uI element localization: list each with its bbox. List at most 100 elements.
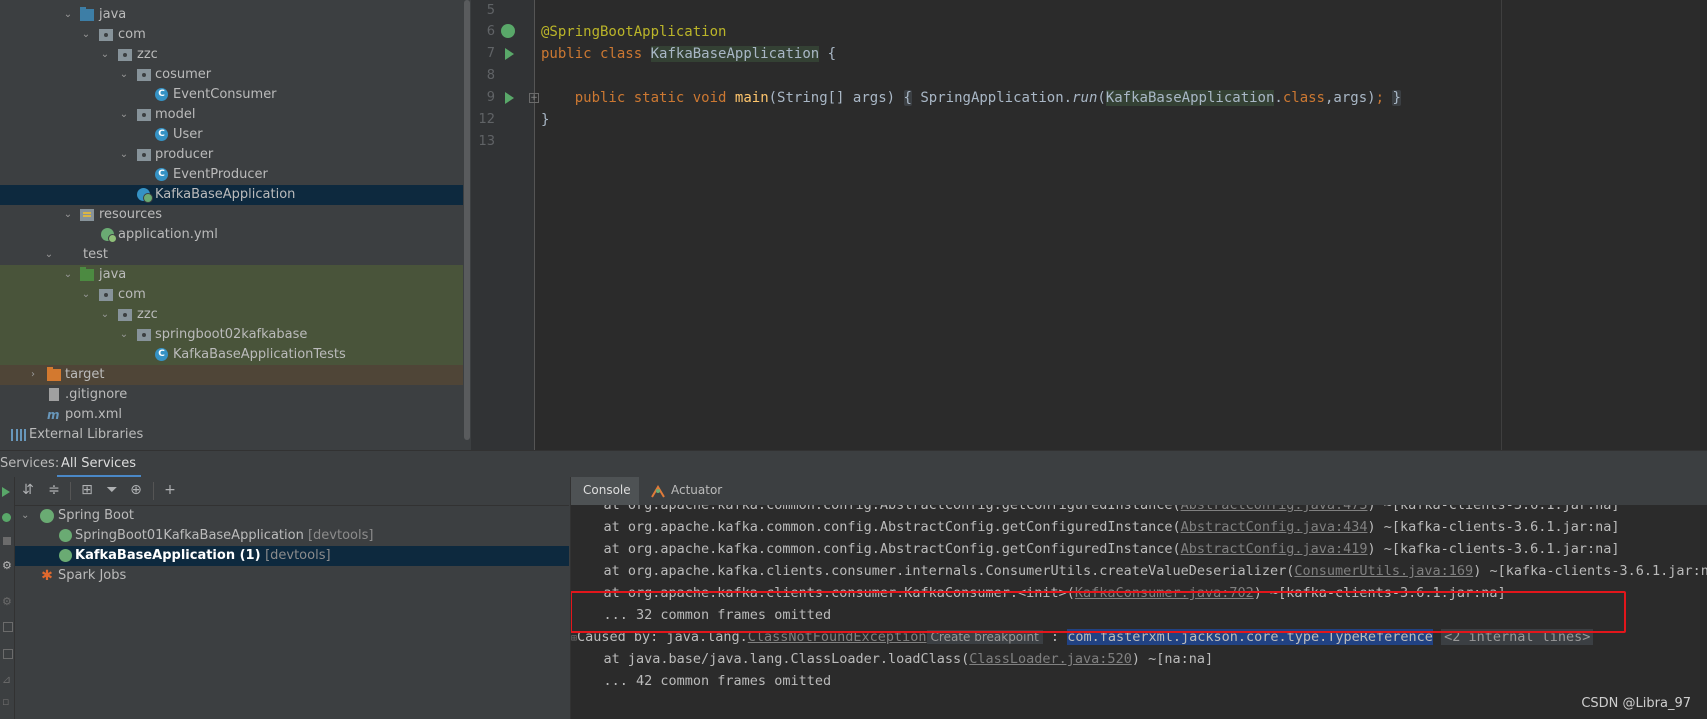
expand-all-icon[interactable]: ⇵	[20, 482, 36, 498]
tree-item-label: resources	[99, 207, 163, 222]
chevron-down-icon[interactable]: ⌄	[43, 245, 55, 265]
group-icon[interactable]: ⊞	[79, 482, 95, 498]
source-link[interactable]: AbstractConfig.java:434	[1181, 519, 1368, 535]
tree-item-target[interactable]: › target	[0, 365, 463, 385]
tree-item-test-zzc[interactable]: ⌄ zzc	[0, 305, 463, 325]
delete-icon[interactable]: ▫	[2, 695, 9, 708]
chevron-down-icon[interactable]: ⌄	[80, 285, 92, 305]
tree-item-application-yml[interactable]: application.yml	[0, 225, 463, 245]
tree-item-model[interactable]: ⌄ model	[0, 105, 463, 125]
tree-item-zzc[interactable]: ⌄ zzc	[0, 45, 463, 65]
service-item-springboot01[interactable]: SpringBoot01KafkaBaseApplication [devtoo…	[15, 526, 569, 546]
stop-icon[interactable]	[3, 537, 11, 545]
tree-item-java[interactable]: ⌄ java	[0, 5, 463, 25]
tree-item-label: EventProducer	[173, 167, 268, 182]
wrench-icon[interactable]: ⚙	[2, 559, 12, 572]
tree-item-producer[interactable]: ⌄ producer	[0, 145, 463, 165]
source-link[interactable]: ClassLoader.java:520	[969, 651, 1132, 667]
debug-icon[interactable]	[2, 513, 11, 522]
folded-block[interactable]: }	[1392, 90, 1401, 106]
tree-item-kafkabaseapplicationtests[interactable]: C KafkaBaseApplicationTests	[0, 345, 463, 365]
fold-icon[interactable]: +	[529, 93, 539, 103]
service-group-spring-boot[interactable]: ⌄ Spring Boot	[15, 506, 569, 526]
console-tabs: Console Actuator	[571, 477, 1707, 505]
spring-bean-gutter-icon[interactable]	[501, 24, 515, 38]
tree-scrollbar[interactable]	[463, 0, 471, 450]
tree-item-test[interactable]: ⌄ test	[0, 245, 463, 265]
filter-icon[interactable]: ⏷	[104, 482, 120, 498]
chevron-down-icon[interactable]: ⌄	[99, 305, 111, 325]
actuator-icon	[651, 485, 665, 498]
tab-all-services[interactable]: All Services	[61, 456, 136, 471]
new-tab-icon[interactable]: ⊕	[128, 482, 144, 498]
tree-item-user[interactable]: C User	[0, 125, 463, 145]
tree-item-test-com[interactable]: ⌄ com	[0, 285, 463, 305]
tree-item-cosumer[interactable]: ⌄ cosumer	[0, 65, 463, 85]
chevron-down-icon[interactable]: ⌄	[118, 145, 130, 165]
run-icon[interactable]	[2, 487, 10, 497]
tree-item-label: java	[99, 7, 127, 22]
folded-block[interactable]: {	[903, 90, 912, 106]
test-source-folder-icon	[80, 267, 94, 281]
project-tree-panel: ⌄ java ⌄ com ⌄ zzc ⌄ cosumer C EventCons…	[0, 0, 463, 450]
run-icon[interactable]	[505, 92, 514, 104]
chevron-down-icon[interactable]: ⌄	[62, 205, 74, 225]
console-output[interactable]: at org.apache.kafka.common.config.Abstra…	[571, 505, 1707, 719]
toolbar-separator	[70, 482, 71, 500]
tree-item-label: KafkaBaseApplication	[155, 187, 296, 202]
chevron-right-icon[interactable]: ›	[27, 365, 39, 385]
chevron-down-icon[interactable]: ⌄	[118, 325, 130, 345]
code-editor[interactable]: 5 6 7 8 9 + 12 13 @SpringBootApplication…	[471, 0, 1707, 450]
tab-actuator[interactable]: Actuator	[671, 483, 722, 497]
tree-item-eventconsumer[interactable]: C EventConsumer	[0, 85, 463, 105]
add-icon[interactable]: +	[162, 482, 178, 498]
console-text: at org.apache.kafka.common.config.Abstra…	[571, 541, 1181, 557]
chevron-down-icon[interactable]: ⌄	[99, 45, 111, 65]
resources-folder-icon	[80, 209, 94, 221]
service-group-spark-jobs[interactable]: ✱ Spark Jobs	[15, 566, 569, 586]
source-link[interactable]: ConsumerUtils.java:169	[1294, 563, 1473, 579]
tab-console[interactable]: Console	[571, 477, 639, 505]
spring-yml-icon	[101, 228, 117, 243]
services-tree: ⌄ Spring Boot SpringBoot01KafkaBaseAppli…	[15, 506, 569, 719]
source-link[interactable]: AbstractConfig.java:473	[1181, 505, 1368, 513]
tree-item-label: zzc	[137, 47, 158, 62]
dot: .	[1274, 90, 1283, 106]
chevron-down-icon[interactable]: ⌄	[62, 5, 74, 25]
chevron-down-icon[interactable]: ⌄	[80, 25, 92, 45]
tree-item-test-java[interactable]: ⌄ java	[0, 265, 463, 285]
console-text: ) ~[kafka-clients-3.6.1.jar:na]	[1473, 563, 1707, 579]
run-icon[interactable]	[505, 48, 514, 60]
settings-icon[interactable]: ⚙	[2, 595, 12, 608]
console-line: at java.base/java.lang.ClassLoader.loadC…	[571, 648, 1214, 670]
tree-item-springboot02kafkabase[interactable]: ⌄ springboot02kafkabase	[0, 325, 463, 345]
console-text: at org.apache.kafka.common.config.Abstra…	[571, 505, 1181, 513]
tree-item-com[interactable]: ⌄ com	[0, 25, 463, 45]
layout-icon[interactable]	[3, 649, 13, 659]
spring-boot-class-icon	[137, 188, 153, 203]
chevron-down-icon[interactable]: ⌄	[118, 65, 130, 85]
tree-item-resources[interactable]: ⌄ resources	[0, 205, 463, 225]
tree-item-external-libraries[interactable]: External Libraries	[0, 425, 463, 445]
right-margin-guide	[1501, 0, 1502, 450]
tree-item-pom-xml[interactable]: m pom.xml	[0, 405, 463, 425]
chevron-down-icon[interactable]: ⌄	[62, 265, 74, 285]
tab-label: Console	[583, 483, 631, 497]
package-icon	[99, 29, 113, 41]
tree-item-gitignore[interactable]: .gitignore	[0, 385, 463, 405]
pin-icon[interactable]: ⊿	[2, 673, 11, 686]
tree-item-label: cosumer	[155, 67, 212, 82]
camera-icon[interactable]	[3, 622, 13, 632]
source-link[interactable]: AbstractConfig.java:419	[1181, 541, 1368, 557]
console-text: at java.base/java.lang.ClassLoader.loadC…	[571, 651, 970, 667]
keyword: void	[692, 90, 727, 106]
params: (String[] args)	[768, 90, 896, 106]
service-item-kafkabaseapplication[interactable]: KafkaBaseApplication (1) [devtools]	[15, 546, 569, 566]
collapse-all-icon[interactable]: ≑	[46, 482, 62, 498]
tree-item-label: test	[83, 247, 108, 262]
tree-item-eventproducer[interactable]: C EventProducer	[0, 165, 463, 185]
chevron-down-icon[interactable]: ⌄	[118, 105, 130, 125]
tree-item-kafkabaseapplication[interactable]: KafkaBaseApplication	[0, 185, 463, 205]
chevron-down-icon[interactable]: ⌄	[21, 506, 29, 526]
keyword: class	[1282, 90, 1325, 106]
